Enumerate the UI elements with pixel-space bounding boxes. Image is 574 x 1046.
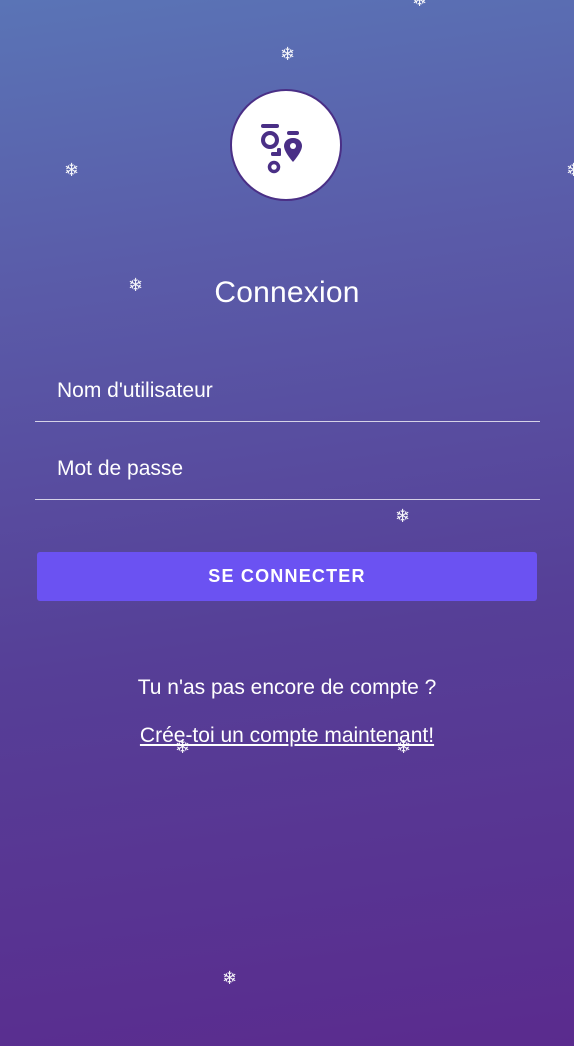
- snowflake-icon: ❄: [566, 160, 574, 181]
- password-field-container: [35, 440, 540, 500]
- snowflake-icon: ❄: [412, 0, 428, 11]
- signup-link-container: Crée-toi un compte maintenant!: [0, 724, 574, 748]
- page-title: Connexion: [214, 276, 360, 309]
- snowflake-icon: ❄: [128, 275, 144, 296]
- snowflake-icon: ❄: [222, 968, 238, 989]
- no-account-text: Tu n'as pas encore de compte ?: [137, 676, 437, 699]
- snowflake-icon: ❄: [175, 737, 191, 758]
- app-logo: [230, 89, 342, 201]
- username-input[interactable]: [57, 362, 527, 420]
- snowflake-icon: ❄: [64, 160, 80, 181]
- snowflake-icon: ❄: [280, 44, 296, 65]
- map-pin-logo-icon: [261, 124, 302, 174]
- snowflake-icon: ❄: [396, 737, 412, 758]
- password-input[interactable]: [57, 440, 527, 498]
- snowflake-icon: ❄: [395, 506, 411, 527]
- username-field-container: [35, 362, 540, 422]
- login-button[interactable]: SE CONNECTER: [37, 552, 537, 601]
